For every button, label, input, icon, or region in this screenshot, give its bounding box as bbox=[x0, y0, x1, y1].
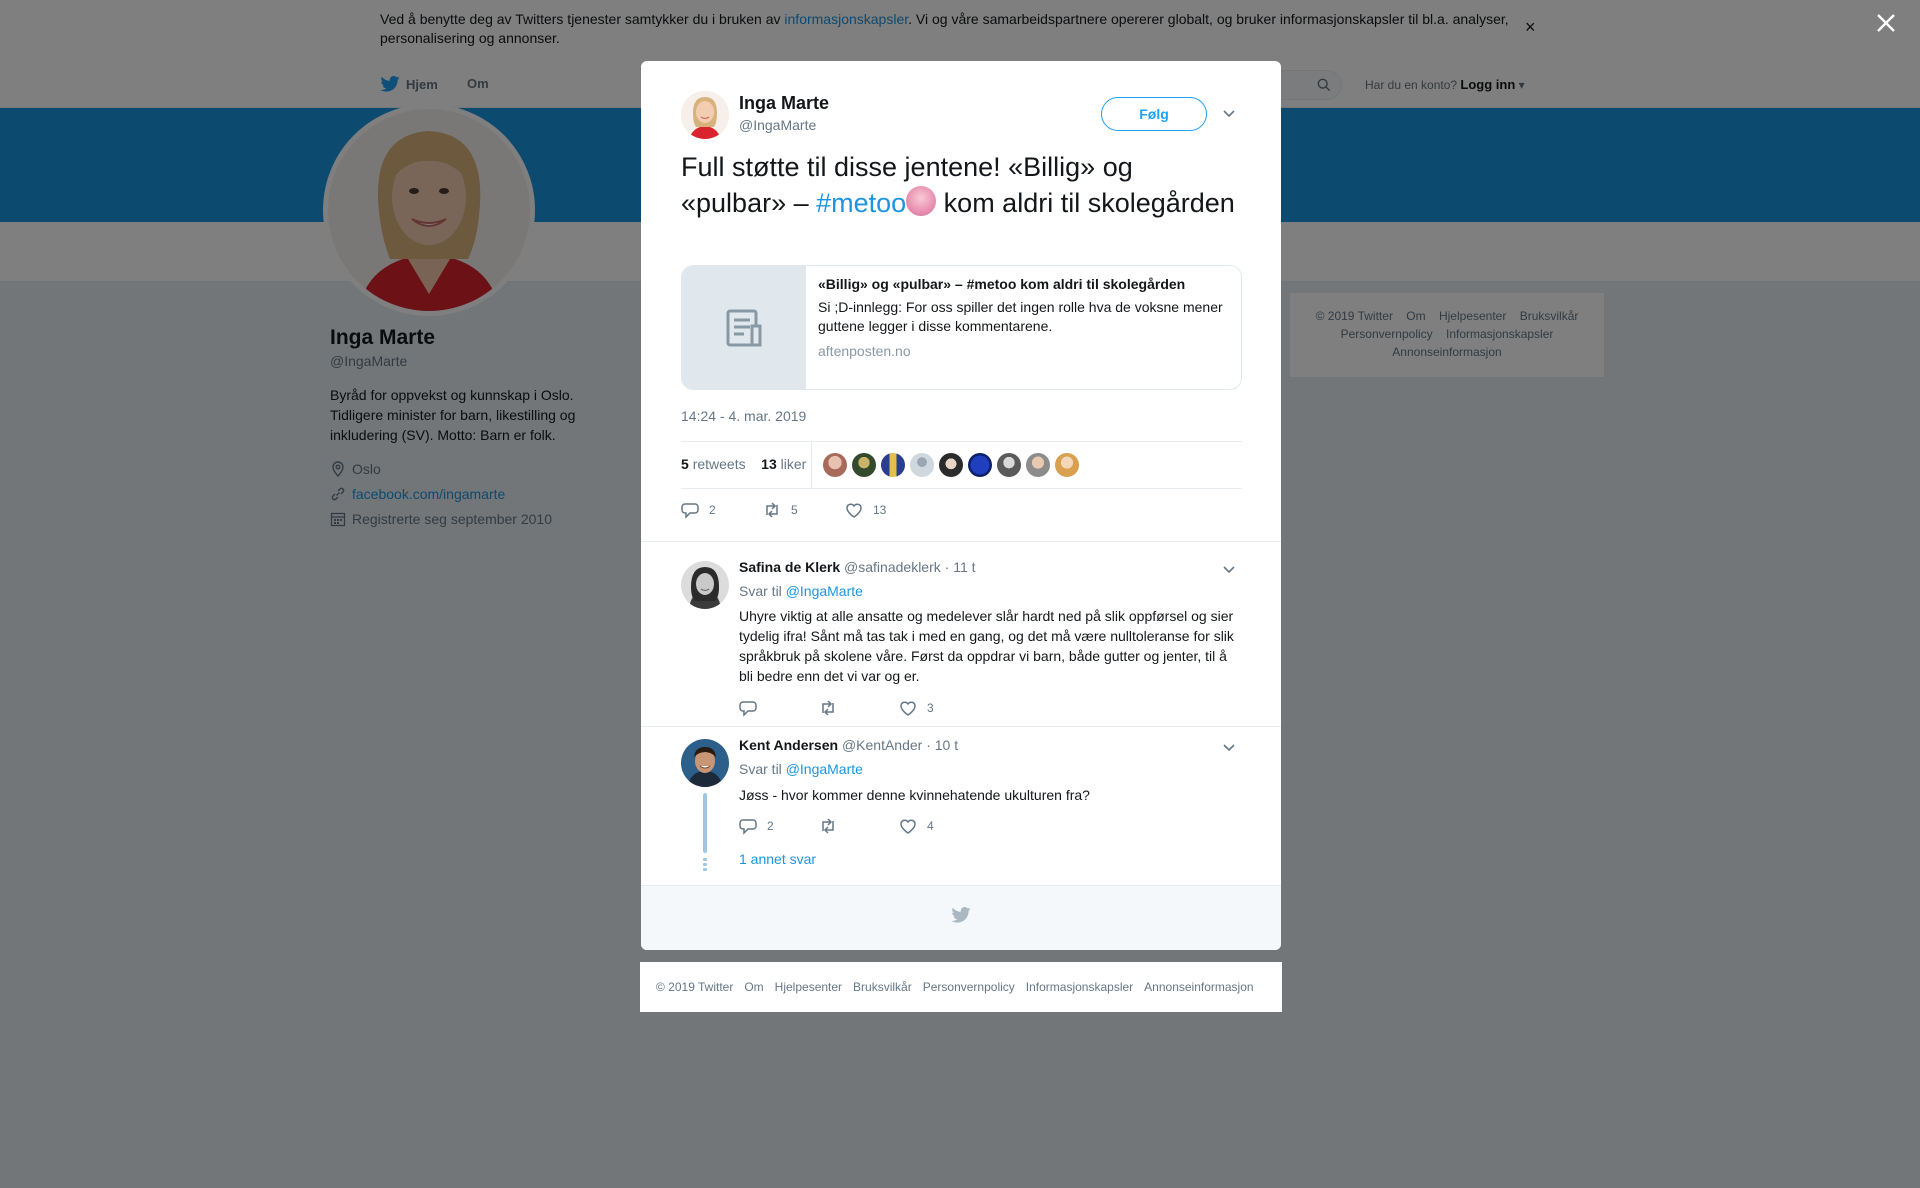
reply-actions: 2 4 bbox=[739, 817, 979, 835]
footer-link-privacy[interactable]: Personvernpolicy bbox=[923, 980, 1015, 994]
chevron-down-icon[interactable] bbox=[1221, 739, 1237, 755]
reply-button[interactable]: 2 bbox=[739, 817, 819, 835]
card-body: «Billig» og «pulbar» – #metoo kom aldri … bbox=[818, 276, 1233, 359]
retweet-count: 5 bbox=[791, 503, 798, 517]
reply-text: Jøss - hvor kommer denne kvinnehatende u… bbox=[739, 787, 1090, 803]
card-title: «Billig» og «pulbar» – #metoo kom aldri … bbox=[818, 276, 1186, 292]
retweet-button[interactable] bbox=[819, 699, 899, 717]
show-more-replies-link[interactable]: 1 annet svar bbox=[739, 851, 816, 867]
tweet-permalink-modal: Inga Marte @IngaMarte Følg Full støtte t… bbox=[641, 61, 1281, 950]
tweet-author-handle[interactable]: @IngaMarte bbox=[739, 117, 816, 133]
liker-avatar[interactable] bbox=[881, 453, 905, 477]
reply-context: Svar til @IngaMarte bbox=[739, 761, 863, 777]
hashflag-icon bbox=[906, 186, 937, 216]
thread-line bbox=[703, 793, 707, 853]
liker-avatar[interactable] bbox=[910, 453, 934, 477]
card-description: Si ;D-innlegg: For oss spiller det ingen… bbox=[818, 299, 1223, 334]
reply-actions: 3 bbox=[739, 699, 979, 717]
like-button[interactable]: 4 bbox=[899, 817, 979, 835]
tweet-stats: 5 retweets 13 liker bbox=[681, 441, 1242, 489]
card-thumbnail bbox=[682, 266, 806, 389]
reply-to-mention[interactable]: @IngaMarte bbox=[786, 761, 863, 777]
reply-author-photo bbox=[681, 739, 729, 787]
retweet-icon bbox=[822, 700, 834, 716]
tweet-actions: 2 5 13 bbox=[681, 501, 927, 519]
reply-button[interactable]: 2 bbox=[681, 501, 763, 519]
footer-link-terms[interactable]: Bruksvilkår bbox=[853, 980, 912, 994]
like-button[interactable]: 3 bbox=[899, 699, 979, 717]
tweet-author-name[interactable]: Inga Marte bbox=[739, 93, 829, 114]
liker-avatar[interactable] bbox=[997, 453, 1021, 477]
modal-bottom-footer: © 2019 Twitter Om Hjelpesenter Bruksvilk… bbox=[640, 962, 1282, 1012]
liker-avatar[interactable] bbox=[939, 453, 963, 477]
liker-avatar[interactable] bbox=[968, 453, 992, 477]
retweet-button[interactable] bbox=[819, 817, 899, 835]
retweets-label[interactable]: retweets bbox=[693, 456, 746, 472]
hashtag-link[interactable]: #metoo bbox=[816, 188, 906, 218]
reply-time[interactable]: · 11 t bbox=[945, 559, 976, 575]
footer-link-cookies[interactable]: Informasjonskapsler bbox=[1026, 980, 1133, 994]
reply-icon bbox=[681, 503, 699, 519]
reply-header: Safina de Klerk @safinadeklerk · 11 t bbox=[739, 559, 976, 575]
avatar[interactable] bbox=[681, 561, 729, 609]
stats-divider bbox=[811, 442, 812, 489]
retweets-count[interactable]: 5 bbox=[681, 456, 689, 472]
reply-author-name[interactable]: Kent Andersen bbox=[739, 737, 838, 753]
card-url: aftenposten.no bbox=[818, 343, 911, 359]
chevron-down-icon[interactable] bbox=[1221, 105, 1237, 121]
footer-link-ads[interactable]: Annonseinformasjon bbox=[1144, 980, 1253, 994]
thread-dots bbox=[703, 858, 707, 873]
heart-icon bbox=[900, 819, 916, 834]
close-icon[interactable] bbox=[1875, 12, 1897, 34]
twitter-bird-icon bbox=[951, 907, 971, 923]
footer-copyright: © 2019 Twitter bbox=[656, 980, 734, 994]
reply-text: Uhyre viktig at alle ansatte og medeleve… bbox=[739, 608, 1234, 684]
retweet-icon bbox=[822, 818, 834, 834]
like-count: 13 bbox=[873, 503, 887, 517]
tweet-text: Full støtte til disse jentene! «Billig» … bbox=[681, 152, 1235, 218]
chevron-down-icon[interactable] bbox=[1221, 561, 1237, 577]
liker-avatar[interactable] bbox=[1055, 453, 1079, 477]
link-card[interactable]: «Billig» og «pulbar» – #metoo kom aldri … bbox=[681, 265, 1242, 390]
tweet-header: Inga Marte @IngaMarte Følg bbox=[681, 91, 1241, 151]
reply-author-name[interactable]: Safina de Klerk bbox=[739, 559, 840, 575]
avatar[interactable] bbox=[681, 91, 729, 139]
reply-header: Kent Andersen @KentAnder · 10 t bbox=[739, 737, 958, 753]
like-button[interactable]: 13 bbox=[845, 501, 927, 519]
likers-avatars bbox=[823, 453, 1079, 477]
modal-footer bbox=[641, 885, 1281, 950]
reply-author-handle[interactable]: @safinadeklerk bbox=[844, 559, 941, 575]
heart-icon bbox=[900, 701, 916, 716]
liker-avatar[interactable] bbox=[852, 453, 876, 477]
reply-to-mention[interactable]: @IngaMarte bbox=[786, 583, 863, 599]
reply-icon bbox=[739, 819, 757, 835]
divider bbox=[641, 541, 1281, 542]
tweet-timestamp[interactable]: 14:24 - 4. mar. 2019 bbox=[681, 408, 806, 424]
reply-author-photo bbox=[681, 561, 729, 609]
reply-author-handle[interactable]: @KentAnder bbox=[842, 737, 922, 753]
reply-time[interactable]: · 10 t bbox=[926, 737, 958, 753]
divider bbox=[641, 726, 1281, 727]
likes-count[interactable]: 13 bbox=[761, 456, 777, 472]
document-icon bbox=[726, 309, 762, 347]
reply-count: 2 bbox=[709, 503, 716, 517]
retweet-icon bbox=[766, 502, 778, 518]
likes-label[interactable]: liker bbox=[781, 456, 807, 472]
follow-button[interactable]: Følg bbox=[1101, 97, 1207, 131]
footer-link-about[interactable]: Om bbox=[744, 980, 763, 994]
retweet-button[interactable]: 5 bbox=[763, 501, 845, 519]
reply-button[interactable] bbox=[739, 699, 819, 717]
reply-context: Svar til @IngaMarte bbox=[739, 583, 863, 599]
heart-icon bbox=[846, 503, 862, 518]
footer-link-help[interactable]: Hjelpesenter bbox=[775, 980, 842, 994]
liker-avatar[interactable] bbox=[1026, 453, 1050, 477]
stats-text: 5 retweets 13 liker bbox=[681, 456, 806, 472]
liker-avatar[interactable] bbox=[823, 453, 847, 477]
avatar[interactable] bbox=[681, 739, 729, 787]
reply-icon bbox=[739, 701, 757, 717]
author-photo bbox=[681, 91, 729, 139]
